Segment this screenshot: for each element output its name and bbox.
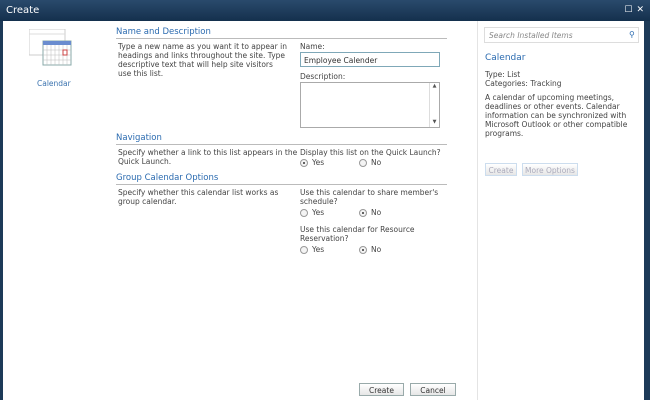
share-schedule-yes-radio[interactable]: Yes <box>300 208 324 217</box>
maximize-icon[interactable]: ☐ <box>624 5 632 15</box>
side-create-button[interactable]: Create <box>485 163 517 176</box>
radio-label: Yes <box>312 158 325 167</box>
radio-label: Yes <box>312 245 325 254</box>
item-title: Calendar <box>485 53 526 63</box>
quick-launch-question: Display this list on the Quick Launch? <box>300 148 441 157</box>
search-input[interactable]: Search Installed Items <box>484 27 639 43</box>
section-navigation-title: Navigation <box>116 133 447 145</box>
radio-label: Yes <box>312 208 325 217</box>
name-section-desc: Type a new name as you want it to appear… <box>118 42 287 78</box>
title-bar: Create ☐ ✕ <box>0 0 650 21</box>
quick-launch-yes-radio[interactable]: Yes <box>300 158 324 167</box>
share-schedule-no-radio[interactable]: No <box>359 208 381 217</box>
item-type: Type: List <box>485 70 521 79</box>
name-input[interactable]: Employee Calender <box>300 52 440 67</box>
navigation-desc: Specify whether a link to this list appe… <box>118 148 298 166</box>
details-panel: Search Installed Items ⚲ Calendar Type: … <box>477 21 644 400</box>
description-label: Description: <box>300 72 346 81</box>
item-categories: Categories: Tracking <box>485 79 562 88</box>
search-icon[interactable]: ⚲ <box>629 30 635 39</box>
section-name-description-title: Name and Description <box>116 27 447 39</box>
group-calendar-desc: Specify whether this calendar list works… <box>118 188 279 206</box>
create-button[interactable]: Create <box>359 383 404 396</box>
section-group-calendar-title: Group Calendar Options <box>116 173 447 185</box>
resource-reservation-question: Use this calendar for Resource Reservati… <box>300 225 415 243</box>
window-title: Create <box>6 5 40 16</box>
cancel-button[interactable]: Cancel <box>410 383 456 396</box>
quick-launch-no-radio[interactable]: No <box>359 158 381 167</box>
more-options-button[interactable]: More Options <box>522 163 578 176</box>
name-label: Name: <box>300 42 325 51</box>
share-schedule-question: Use this calendar to share member's sche… <box>300 188 439 206</box>
resource-yes-radio[interactable]: Yes <box>300 245 324 254</box>
item-description: A calendar of upcoming meetings, deadlin… <box>485 93 628 138</box>
description-scrollbar[interactable]: ▲ ▼ <box>429 83 439 127</box>
close-icon[interactable]: ✕ <box>636 5 644 15</box>
resource-no-radio[interactable]: No <box>359 245 381 254</box>
radio-label: No <box>371 158 382 167</box>
radio-label: No <box>371 208 382 217</box>
calendar-item-label[interactable]: Calendar <box>37 79 71 88</box>
radio-label: No <box>371 245 382 254</box>
calendar-icon[interactable] <box>29 29 73 69</box>
description-textarea[interactable] <box>300 82 440 128</box>
